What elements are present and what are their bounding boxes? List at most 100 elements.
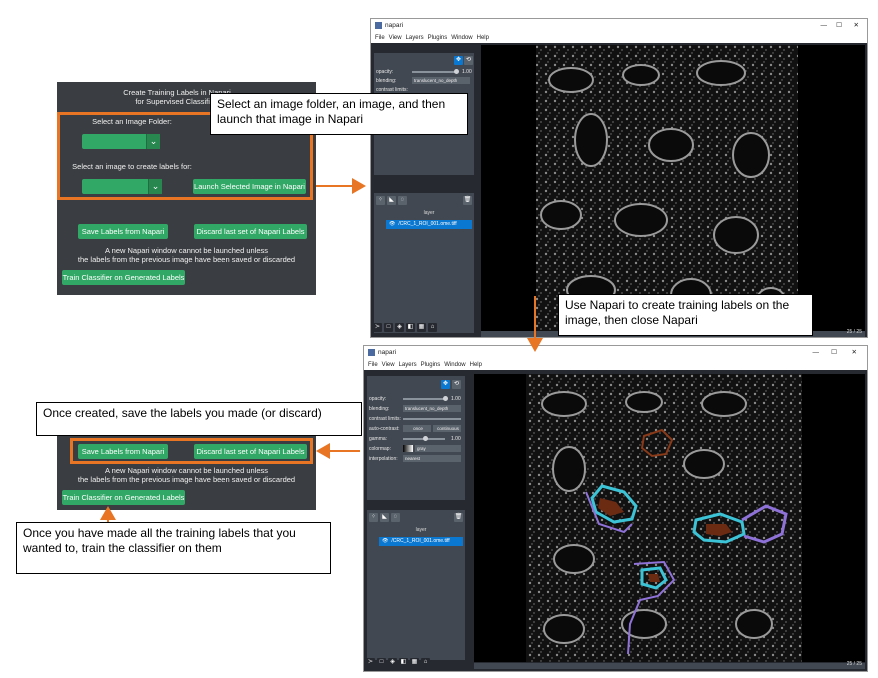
cube-icon[interactable]: ◈ [395, 323, 404, 332]
auto-contrast-label: auto-contrast: [369, 426, 400, 432]
minimize-icon[interactable]: — [821, 19, 828, 33]
layer-list-panel: ⁘ ◣ ◌ 🗑 layer 👁/CRC_1_ROI_001.ome.tiff [367, 510, 465, 660]
layer-row-selected[interactable]: 👁/CRC_1_ROI_001.ome.tiff [386, 220, 472, 229]
napari-window-bottom: napari — ☐ ✕ File View Layers Plugins Window… [363, 345, 868, 672]
move-icon[interactable]: ✥ [441, 380, 450, 389]
interpolation-label: interpolation: [369, 456, 398, 462]
layer-list-panel: ⁘ ◣ ◌ 🗑 layer 👁/CRC_1_ROI_001.ome.tiff [374, 193, 474, 333]
roll-icon[interactable]: ◧ [406, 323, 415, 332]
train-classifier-button[interactable]: Train Classifier on Generated Labels [62, 490, 185, 505]
status-right: 25 / 25 [846, 661, 862, 667]
napari-canvas[interactable] [474, 374, 865, 662]
callout-save: Once created, save the labels you made (… [36, 402, 362, 436]
menu-layers[interactable]: Layers [399, 362, 417, 368]
window-title: napari [378, 349, 397, 356]
layer-controls-column: ✥ ⟲ opacity: 1.00 blending: translucent_… [371, 43, 477, 337]
status-right: 25 / 25 [846, 329, 862, 335]
napari-titlebar: napari — ☐ ✕ [371, 19, 867, 33]
napari-window-top: napari — ☐ ✕ File View Layers Plugins Window… [370, 18, 868, 338]
layer-name: /CRC_1_ROI_001.ome.tiff [391, 538, 450, 544]
home-icon[interactable]: ⌂ [428, 323, 437, 332]
notice-line1: A new Napari window cannot be launched u… [104, 246, 269, 255]
eye-icon[interactable]: 👁 [389, 221, 395, 227]
labels-icon[interactable]: ◌ [398, 196, 407, 205]
bottom-toolbar: ≻ □ ◈ ◧ ▦ ⌂ [366, 658, 466, 670]
shapes-icon[interactable]: ◣ [380, 513, 389, 522]
shapes-icon[interactable]: ◣ [387, 196, 396, 205]
menu-window[interactable]: Window [444, 362, 465, 368]
terminal-icon[interactable]: ≻ [366, 658, 375, 667]
auto-once-button[interactable]: once [403, 425, 431, 432]
cube-icon[interactable]: ◈ [388, 658, 397, 667]
close-icon[interactable]: ✕ [852, 346, 857, 360]
colormap-label: colormap: [369, 446, 391, 452]
grid-icon[interactable]: ▦ [417, 323, 426, 332]
menu-help[interactable]: Help [477, 35, 489, 41]
roll-icon[interactable]: ◧ [399, 658, 408, 667]
callout-launch: Select an image folder, an image, and th… [210, 93, 468, 135]
home-icon[interactable]: ⌂ [421, 658, 430, 667]
square-icon[interactable]: □ [377, 658, 386, 667]
save-labels-button[interactable]: Save Labels from Napari [78, 224, 168, 239]
napari-titlebar: napari — ☐ ✕ [364, 346, 867, 360]
callout-use-napari: Use Napari to create training labels on … [558, 294, 813, 336]
layer-row-selected[interactable]: 👁/CRC_1_ROI_001.ome.tiff [379, 537, 463, 546]
napari-logo-icon [375, 21, 382, 29]
layer-name: /CRC_1_ROI_001.ome.tiff [398, 221, 457, 227]
notice-line2: the labels from the previous image have … [77, 255, 296, 264]
notice-line2: the labels from the previous image have … [77, 475, 296, 484]
gamma-slider-knob[interactable] [423, 436, 428, 441]
menu-view[interactable]: View [389, 35, 402, 41]
square-icon[interactable]: □ [384, 323, 393, 332]
trash-icon[interactable]: 🗑 [454, 513, 463, 522]
notice-line1: A new Napari window cannot be launched u… [104, 466, 269, 475]
eye-icon[interactable]: 👁 [382, 538, 388, 544]
opacity-slider[interactable] [403, 398, 445, 400]
menu-layers[interactable]: Layers [406, 35, 424, 41]
highlight-save-discard [70, 438, 313, 464]
menu-help[interactable]: Help [470, 362, 482, 368]
blending-dropdown[interactable]: translucent_no_depth [412, 77, 470, 84]
napari-logo-icon [368, 348, 375, 356]
label-brown-bottom [648, 574, 660, 582]
menu-plugins[interactable]: Plugins [421, 362, 441, 368]
napari-canvas[interactable] [481, 45, 865, 331]
opacity-value: 1.00 [462, 69, 472, 75]
bottom-toolbar: ≻ □ ◈ ◧ ▦ ⌂ [373, 323, 477, 335]
labels-icon[interactable]: ◌ [391, 513, 400, 522]
interpolation-dropdown[interactable]: nearest [403, 455, 461, 462]
close-icon[interactable]: ✕ [854, 19, 859, 33]
opacity-slider[interactable] [412, 71, 457, 73]
menu-window[interactable]: Window [451, 35, 472, 41]
transform-icon[interactable]: ⟲ [452, 380, 461, 389]
menu-view[interactable]: View [382, 362, 395, 368]
terminal-icon[interactable]: ≻ [373, 323, 382, 332]
grid-icon[interactable]: ▦ [410, 658, 419, 667]
blending-dropdown[interactable]: translucent_no_depth [403, 405, 461, 412]
opacity-slider-knob[interactable] [443, 396, 448, 401]
transform-icon[interactable]: ⟲ [464, 56, 473, 65]
train-classifier-button[interactable]: Train Classifier on Generated Labels [62, 270, 185, 285]
trash-icon[interactable]: 🗑 [463, 196, 472, 205]
callout-train: Once you have made all the training labe… [16, 522, 331, 574]
colormap-dropdown[interactable]: gray [415, 445, 461, 452]
maximize-icon[interactable]: ☐ [831, 346, 837, 360]
contrast-label: contrast limits: [369, 416, 401, 422]
menu-file[interactable]: File [368, 362, 378, 368]
discard-labels-button[interactable]: Discard last set of Napari Labels [194, 224, 307, 239]
contrast-slider[interactable] [403, 418, 461, 420]
points-icon[interactable]: ⁘ [376, 196, 385, 205]
blending-label: blending: [369, 406, 390, 412]
layer-controls-panel: ✥ ⟲ opacity: 1.00 blending: translucent_… [367, 376, 465, 500]
minimize-icon[interactable]: — [813, 346, 820, 360]
menu-plugins[interactable]: Plugins [428, 35, 448, 41]
maximize-icon[interactable]: ☐ [836, 19, 842, 33]
layer-controls-column: ✥ ⟲ opacity: 1.00 blending: translucent_… [364, 370, 468, 671]
menu-file[interactable]: File [375, 35, 385, 41]
opacity-label: opacity: [376, 69, 394, 75]
opacity-slider-knob[interactable] [454, 69, 459, 74]
points-icon[interactable]: ⁘ [369, 513, 378, 522]
move-icon[interactable]: ✥ [454, 56, 463, 65]
auto-continuous-button[interactable]: continuous [433, 425, 461, 432]
window-title: napari [385, 22, 404, 29]
